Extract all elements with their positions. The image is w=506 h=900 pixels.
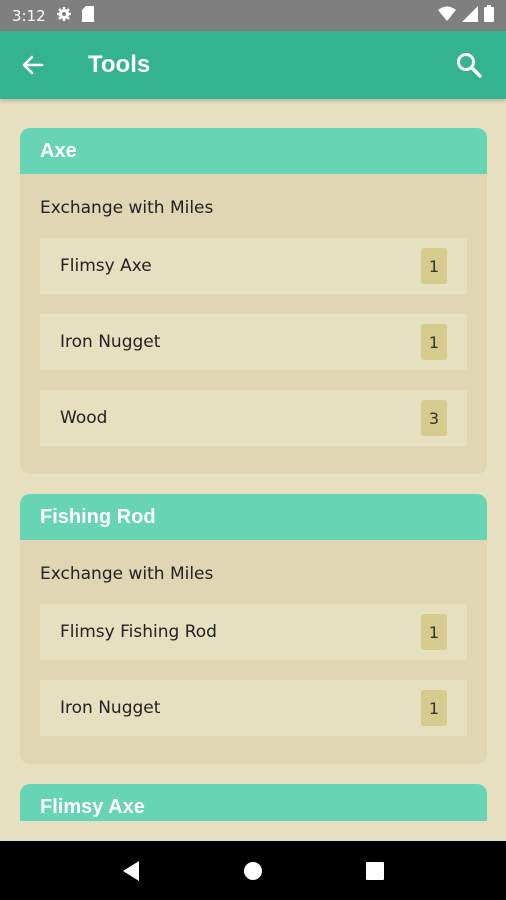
quantity-badge: 1 — [421, 248, 447, 284]
wifi-icon — [438, 6, 456, 26]
ingredient-item[interactable]: Iron Nugget 1 — [40, 680, 467, 736]
ingredient-item[interactable]: Flimsy Fishing Rod 1 — [40, 604, 467, 660]
back-triangle-icon[interactable] — [111, 851, 151, 891]
ingredient-name: Iron Nugget — [60, 332, 161, 352]
arrow-back-icon[interactable] — [16, 48, 50, 82]
status-bar: 3:12 — [0, 0, 506, 31]
ingredient-name: Flimsy Fishing Rod — [60, 622, 217, 642]
ingredient-item[interactable]: Flimsy Axe 1 — [40, 238, 467, 294]
quantity-badge: 1 — [421, 324, 447, 360]
quantity-badge: 1 — [421, 690, 447, 726]
signal-icon — [462, 5, 478, 26]
gear-icon — [56, 6, 72, 26]
card-subtitle: Exchange with Miles — [40, 564, 214, 584]
system-nav-bar — [0, 841, 506, 900]
recipe-card-flimsy-axe: Flimsy Axe — [20, 784, 487, 821]
card-subtitle: Exchange with Miles — [40, 198, 214, 218]
recipe-card-fishing-rod: Fishing Rod Exchange with Miles Flimsy F… — [20, 494, 487, 764]
sd-card-icon — [81, 5, 94, 26]
card-title[interactable]: Flimsy Axe — [20, 784, 487, 821]
card-title[interactable]: Axe — [20, 128, 487, 174]
battery-icon — [484, 5, 494, 26]
ingredient-item[interactable]: Iron Nugget 1 — [40, 314, 467, 370]
ingredient-name: Flimsy Axe — [60, 256, 152, 276]
status-time: 3:12 — [12, 6, 46, 25]
recipe-list[interactable]: Axe Exchange with Miles Flimsy Axe 1 Iro… — [0, 99, 506, 821]
page-title: Tools — [88, 51, 151, 78]
quantity-badge: 1 — [421, 614, 447, 650]
recents-square-icon[interactable] — [355, 851, 395, 891]
app-bar: Tools — [0, 31, 506, 99]
ingredient-name: Iron Nugget — [60, 698, 161, 718]
home-circle-icon[interactable] — [233, 851, 273, 891]
quantity-badge: 3 — [421, 400, 447, 436]
ingredient-name: Wood — [60, 408, 108, 428]
recipe-card-axe: Axe Exchange with Miles Flimsy Axe 1 Iro… — [20, 128, 487, 474]
ingredient-item[interactable]: Wood 3 — [40, 390, 467, 446]
search-icon[interactable] — [452, 48, 486, 82]
card-title[interactable]: Fishing Rod — [20, 494, 487, 540]
